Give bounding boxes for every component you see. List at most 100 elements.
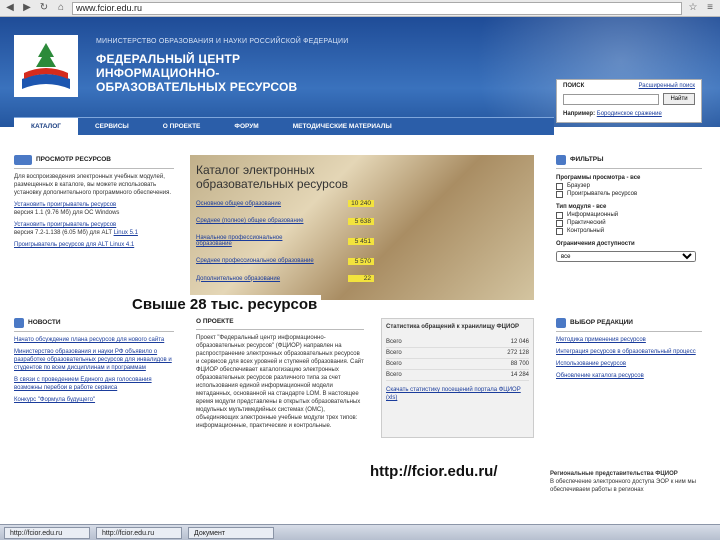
search-example-link[interactable]: Бородинское сражение [597,111,662,117]
access-select[interactable]: все [556,251,696,262]
news-item[interactable]: В связи с проведением Единого дня голосо… [14,376,174,392]
site-title: ФЕДЕРАЛЬНЫЙ ЦЕНТР ИНФОРМАЦИОННО-ОБРАЗОВА… [96,52,298,94]
editor-item[interactable]: Методика применения ресурсов [556,336,702,344]
catalog-row[interactable]: Среднее (полное) общее образование 5 638 [196,217,374,225]
news-item[interactable]: Министерство образования и науки РФ объя… [14,348,174,372]
panel-header: НОВОСТИ [14,318,174,332]
editor-panel: ВЫБОР РЕДАКЦИИ Методика применения ресур… [556,318,702,384]
resources-callout: Свыше 28 тыс. ресурсов [128,295,322,315]
search-button[interactable]: Найти [663,93,695,105]
stats-value: 14 284 [446,369,529,381]
panel-title: ФИЛЬТРЫ [570,156,604,163]
tab-services[interactable]: СЕРВИСЫ [78,118,146,136]
regional-panel: Региональные представительства ФЦИОР В о… [550,470,706,494]
filter-option[interactable]: Проигрыватель ресурсов [556,190,702,198]
search-input[interactable] [563,94,659,105]
news-panel: НОВОСТИ Начато обсуждение плана ресурсов… [14,318,174,408]
panel-header: ВЫБОР РЕДАКЦИИ [556,318,702,332]
news-item[interactable]: Начато обсуждение плана ресурсов для нов… [14,336,174,344]
panel-header: ПРОСМОТР РЕСУРСОВ [14,155,174,169]
tab-forum[interactable]: ФОРУМ [217,118,275,136]
checkbox[interactable] [556,227,563,235]
catalog-row[interactable]: Среднее профессиональное образование 5 57… [196,257,374,265]
viewer-filter-label: Программы просмотра - все [556,175,641,181]
regional-text: В обеспечение электронного доступа ЭОР к… [550,479,696,493]
tab-methodical[interactable]: МЕТОДИЧЕСКИЕ МАТЕРИАЛЫ [276,118,409,136]
filter-option[interactable]: Практический [556,219,702,227]
star-icon[interactable]: ☆ [687,2,699,14]
catalog-row[interactable]: Начальное профессиональное образование 5 … [196,235,374,247]
menu-icon[interactable]: ≡ [704,2,716,14]
browser-toolbar: ◀ ▶ ↻ ⌂ www.fcior.edu.ru ☆ ≡ [0,0,720,17]
catalog-row[interactable]: Основное общее образование 10 240 [196,200,374,207]
star-badge-icon [556,318,566,328]
advanced-search-link[interactable]: Расширенный поиск [639,83,696,89]
editor-item[interactable]: Интеграция ресурсов в образовательный пр… [556,348,702,356]
filters-panel: ФИЛЬТРЫ Программы просмотра - все Браузе… [556,155,702,262]
filter-option[interactable]: Браузер [556,182,702,190]
taskbar-item[interactable]: http://fcior.edu.ru [4,526,90,539]
back-icon[interactable]: ◀ [4,2,16,14]
table-row: Всего 88 700 [386,358,529,370]
table-row: Всего 14 284 [386,369,529,381]
regional-title: Региональные представительства ФЦИОР [550,471,678,477]
catalog-row-name[interactable]: Среднее (полное) общее образование [196,218,316,224]
install-player-link[interactable]: Установить проигрыватель ресурсов [14,221,174,229]
search-example: Например: Бородинское сражение [563,111,662,117]
editor-item[interactable]: Использование ресурсов [556,360,702,368]
about-text: Проект "Федеральный центр информационно-… [196,335,364,429]
reload-icon[interactable]: ↻ [38,2,50,14]
stats-label: Всего [386,347,447,359]
news-item[interactable]: Конкурс "Формула будущего" [14,396,174,404]
panel-title: ПРОСМОТР РЕСУРСОВ [36,156,111,163]
tab-about[interactable]: О ПРОЕКТЕ [146,118,218,136]
option-label: Практический [567,220,606,226]
filter-option[interactable]: Информационный [556,211,702,219]
monitor-icon [14,155,32,165]
example-prefix: Например: [563,111,596,117]
catalog-row-count: 5 451 [348,237,374,245]
news-icon [14,318,24,328]
table-row: Всего 12 046 [386,337,529,348]
catalog-row[interactable]: Дополнительное образование 22 [196,275,374,282]
taskbar-item[interactable]: http://fcior.edu.ru [96,526,182,539]
alt-linux-link[interactable]: Проигрыватель ресурсов для ALT Linux 4.1 [14,241,174,249]
taskbar-item[interactable]: Документ [188,526,274,539]
checkbox[interactable] [556,190,563,198]
tab-catalog[interactable]: КАТАЛОГ [14,117,78,136]
module-filter-label: Тип модуля - все [556,204,607,210]
stats-table: Всего 12 046 Всего 272 128 Всего 88 700 Все… [386,337,529,381]
stats-label: Всего [386,369,447,381]
catalog-row-count: 22 [348,275,374,282]
install-player-link[interactable]: Установить проигрыватель ресурсов [14,201,174,209]
stats-label: Всего [386,337,447,348]
checkbox[interactable] [556,211,563,219]
main-nav: КАТАЛОГ СЕРВИСЫ О ПРОЕКТЕ ФОРУМ МЕТОДИЧЕ… [14,117,554,136]
catalog-row-name[interactable]: Основное общее образование [196,201,316,207]
search-label: ПОИСК [563,83,585,89]
forward-icon[interactable]: ▶ [21,2,33,14]
taskbar: http://fcior.edu.ru http://fcior.edu.ru … [0,524,720,540]
catalog-row-name[interactable]: Начальное профессиональное образование [196,235,316,247]
editor-item[interactable]: Обновление каталога ресурсов [556,372,702,380]
catalog-row-name[interactable]: Дополнительное образование [196,276,316,282]
catalog-row-count: 5 570 [348,257,374,265]
stats-download-link[interactable]: Скачать статистику посещений портала ФЦИ… [386,386,529,402]
about-panel: О ПРОЕКТЕ Проект "Федеральный центр инфо… [196,318,364,430]
filter-option[interactable]: Контрольный [556,227,702,235]
table-row: Всего 272 128 [386,347,529,359]
note: версия 1.1 (9.76 Мб) для ОС Windows [14,210,120,216]
option-label: Контрольный [567,228,605,234]
note: версия 7.2-1.138 (6.05 Мб) для ALT [14,230,112,236]
home-icon[interactable]: ⌂ [55,2,67,14]
fcior-logo [14,35,78,97]
stats-label: Всего [386,358,447,370]
checkbox[interactable] [556,219,563,227]
catalog-row-name[interactable]: Среднее профессиональное образование [196,258,316,264]
intro-text: Для воспроизведения электронных учебных … [14,174,171,196]
access-filter-label: Ограничения доступности [556,241,635,247]
checkbox[interactable] [556,182,563,190]
address-bar[interactable]: www.fcior.edu.ru [72,1,682,15]
stats-value: 12 046 [446,337,529,348]
linux-link[interactable]: Linux 5.1 [114,230,138,236]
